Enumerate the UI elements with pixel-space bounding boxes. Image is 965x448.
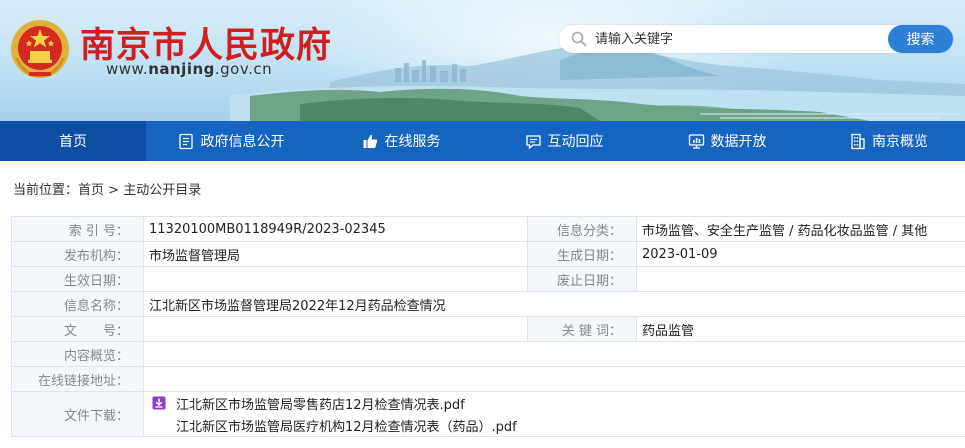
publisher-value: 市场监督管理局 (143, 241, 528, 267)
nav-item-label: 数据开放 (710, 134, 767, 150)
info-name-value: 江北新区市场监督管理局2022年12月药品检查情况 (143, 291, 965, 317)
breadcrumb: 当前位置：首页 > 主动公开目录 (13, 179, 201, 198)
table-row: 发布机构： 市场监督管理局 生成日期： 2023-01-09 (11, 241, 965, 267)
nav-item-label: 互动回应 (547, 134, 604, 150)
table-row: 在线链接地址： (11, 366, 965, 392)
online-link-value (143, 366, 965, 392)
doc-number-label: 文 号： (11, 316, 144, 342)
table-row: 内容概览： (11, 341, 965, 367)
keywords-label: 关 键 词： (527, 316, 637, 342)
file-link[interactable]: 江北新区市场监管局医疗机构12月检查情况表（药品）.pdf (176, 416, 517, 435)
document-icon (178, 133, 195, 150)
keywords-value: 药品监管 (636, 316, 965, 342)
category-label: 信息分类： (527, 216, 637, 242)
thumbs-up-icon (362, 133, 379, 150)
doc-number-value (143, 316, 528, 342)
list-item: 江北新区市场监管局医疗机构12月检查情况表（药品）.pdf (149, 414, 960, 436)
file-download-list: 江北新区市场监管局零售药店12月检查情况表.pdf 江北新区市场监管局医疗机构1… (143, 391, 965, 437)
info-name-label: 信息名称： (11, 291, 144, 317)
search-input[interactable] (595, 29, 885, 49)
table-row: 索 引 号： 11320100MB0118949R/2023-02345 信息分… (11, 216, 965, 242)
nav-item-label: 首页 (59, 134, 87, 150)
site-header: 南京市人民政府 www.nanjing.gov.cn 搜索 (0, 0, 965, 121)
content-preview-value (143, 341, 965, 367)
nav-item-label: 在线服务 (384, 134, 441, 150)
document-metadata-table: 索 引 号： 11320100MB0118949R/2023-02345 信息分… (11, 216, 965, 437)
nav-item-open-data[interactable]: 数据开放 (642, 121, 812, 161)
building-icon (849, 133, 866, 150)
file-link[interactable]: 江北新区市场监管局零售药店12月检查情况表.pdf (176, 394, 465, 413)
publisher-label: 发布机构： (11, 241, 144, 267)
expired-date-label: 废止日期： (527, 266, 637, 292)
nav-item-online-service[interactable]: 在线服务 (316, 121, 486, 161)
search-button[interactable]: 搜索 (888, 25, 953, 53)
download-icon[interactable] (152, 396, 166, 410)
expired-date-value (636, 266, 965, 292)
index-number-label: 索 引 号： (11, 216, 144, 242)
site-url: www.nanjing.gov.cn (106, 60, 273, 78)
search-icon (571, 31, 587, 47)
effective-date-label: 生效日期： (11, 266, 144, 292)
category-value: 市场监管、安全生产监管 / 药品化妆品监管 / 其他 (636, 216, 965, 242)
nav-item-nanjing-overview[interactable]: 南京概览 (812, 121, 965, 161)
table-row: 文件下载： 江北新区市场监管局零售药店12月检查情况表.pdf 江北新区市场监管… (11, 391, 965, 437)
nav-item-home[interactable]: 首页 (0, 121, 146, 161)
index-number-value: 11320100MB0118949R/2023-02345 (143, 216, 528, 242)
search-bar: 搜索 (559, 25, 953, 53)
breadcrumb-home-link[interactable]: 首页 (78, 183, 104, 198)
table-row: 文 号： 关 键 词： 药品监管 (11, 316, 965, 342)
main-nav: 首页 政府信息公开 在线服务 互动回应 数据开放 南京概览 (0, 121, 965, 161)
breadcrumb-separator: > (104, 183, 124, 198)
created-date-label: 生成日期： (527, 241, 637, 267)
table-row: 生效日期： 废止日期： (11, 266, 965, 292)
effective-date-value (143, 266, 528, 292)
breadcrumb-current-link[interactable]: 主动公开目录 (123, 183, 201, 198)
content-preview-label: 内容概览： (11, 341, 144, 367)
national-emblem-icon (11, 20, 69, 78)
nav-item-interaction[interactable]: 互动回应 (486, 121, 642, 161)
table-row: 信息名称： 江北新区市场监督管理局2022年12月药品检查情况 (11, 291, 965, 317)
chat-icon (525, 133, 542, 150)
created-date-value: 2023-01-09 (636, 241, 965, 267)
list-item: 江北新区市场监管局零售药店12月检查情况表.pdf (149, 392, 960, 414)
nav-item-label: 政府信息公开 (200, 134, 285, 150)
data-screen-icon (688, 133, 705, 150)
breadcrumb-prefix: 当前位置： (13, 183, 79, 198)
file-download-label: 文件下载： (11, 391, 144, 437)
nav-item-gov-info[interactable]: 政府信息公开 (146, 121, 316, 161)
online-link-label: 在线链接地址： (11, 366, 144, 392)
nav-item-label: 南京概览 (872, 134, 928, 150)
